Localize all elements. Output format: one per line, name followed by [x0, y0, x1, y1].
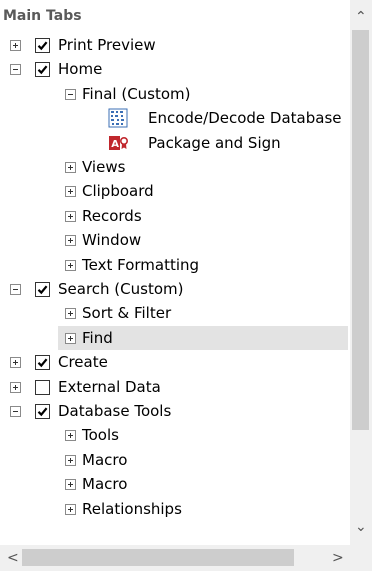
tab-checkbox[interactable]	[35, 380, 50, 395]
main-tabs-tree: Main Tabs Print Preview Home Final (Custom…	[0, 0, 350, 545]
tree-item-create-13[interactable]	[0, 350, 350, 374]
tree-item-label: Clipboard	[82, 182, 154, 200]
collapse-minus-icon[interactable]	[10, 406, 21, 417]
tab-checkbox[interactable]	[35, 404, 50, 419]
tab-checkbox[interactable]	[35, 38, 50, 53]
collapse-minus-icon[interactable]	[65, 89, 76, 100]
tab-checkbox[interactable]	[35, 62, 50, 77]
scrollbar-corner	[350, 545, 372, 571]
expand-plus-icon[interactable]	[65, 455, 76, 466]
tab-checkbox[interactable]	[35, 282, 50, 297]
expand-plus-icon[interactable]	[65, 479, 76, 490]
tree-item-label: Print Preview	[58, 36, 156, 54]
tab-checkbox[interactable]	[35, 355, 50, 370]
customize-ribbon-tree-panel: Main Tabs Print Preview Home Final (Custom…	[0, 0, 372, 571]
scroll-down-icon[interactable]: ⌄	[355, 520, 367, 534]
tree-item-label: Package and Sign	[148, 134, 281, 152]
tree-item-label: Text Formatting	[82, 256, 200, 274]
horizontal-scroll-thumb[interactable]	[22, 549, 294, 566]
tree-item-print-preview-0[interactable]	[0, 33, 350, 57]
tree-item-label: Macro	[82, 451, 128, 469]
tree-item-label: Create	[58, 353, 108, 371]
expand-plus-icon[interactable]	[65, 211, 76, 222]
tree-item-label: External Data	[58, 378, 161, 396]
tree-item-label: Sort & Filter	[82, 304, 172, 322]
tree-item-label: Find	[82, 329, 113, 347]
tree-item-label: Home	[58, 60, 103, 78]
scroll-up-icon[interactable]: ⌃	[355, 10, 367, 24]
vertical-scroll-thumb[interactable]	[352, 30, 369, 430]
tree-item-label: Records	[82, 207, 142, 225]
tree-item-label: Tools	[82, 426, 119, 444]
expand-plus-icon[interactable]	[65, 186, 76, 197]
tree-item-label: Encode/Decode Database	[148, 109, 342, 127]
svg-text:A: A	[111, 139, 119, 150]
expand-plus-icon[interactable]	[65, 308, 76, 319]
package-sign-icon: A	[107, 132, 129, 154]
tree-item-external-data-14[interactable]	[0, 375, 350, 399]
tree-header: Main Tabs	[3, 8, 82, 24]
expand-plus-icon[interactable]	[65, 162, 76, 173]
expand-plus-icon[interactable]	[65, 504, 76, 515]
expand-plus-icon[interactable]	[65, 333, 76, 344]
expand-plus-icon[interactable]	[10, 40, 21, 51]
tree-item-home-1[interactable]	[0, 57, 350, 81]
tree-item-label: Relationships	[82, 500, 182, 518]
expand-plus-icon[interactable]	[10, 382, 21, 393]
collapse-minus-icon[interactable]	[10, 64, 21, 75]
collapse-minus-icon[interactable]	[10, 284, 21, 295]
tree-item-label: Database Tools	[58, 402, 172, 420]
tree-item-label: Macro	[82, 475, 128, 493]
tree-item-label: Search (Custom)	[58, 280, 184, 298]
scroll-left-icon[interactable]: <	[7, 551, 19, 565]
scroll-right-icon[interactable]: >	[332, 551, 344, 565]
expand-plus-icon[interactable]	[65, 260, 76, 271]
tree-item-label: Final (Custom)	[82, 85, 191, 103]
encode-decode-icon	[107, 107, 129, 129]
expand-plus-icon[interactable]	[65, 235, 76, 246]
tree-item-label: Views	[82, 158, 126, 176]
tree-item-label: Window	[82, 231, 142, 249]
expand-plus-icon[interactable]	[10, 357, 21, 368]
tree-item-database-tools-15[interactable]	[0, 399, 350, 423]
expand-plus-icon[interactable]	[65, 430, 76, 441]
